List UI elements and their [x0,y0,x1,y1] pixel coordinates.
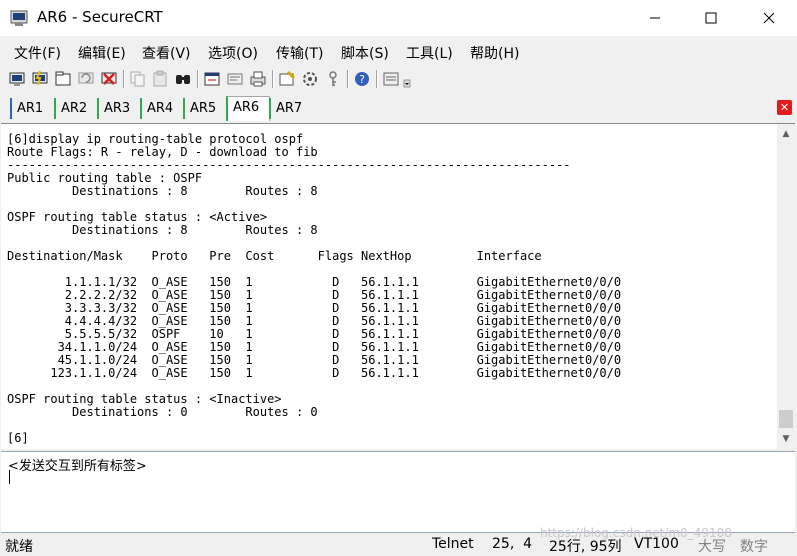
tab-ar7[interactable]: AR7 [269,98,302,119]
chat-window[interactable]: <发送交互到所有标签> [1,451,795,533]
tab-label: AR6 [233,100,260,115]
toolbar-separator [347,70,349,88]
maximize-button[interactable] [688,0,734,36]
scroll-up-icon[interactable]: ▲ [777,125,795,143]
find-icon[interactable] [174,70,192,88]
menu-transfer[interactable]: 传输(T) [276,43,323,63]
window-title: AR6 - SecureCRT [37,8,163,26]
tab-ar3[interactable]: AR3 [97,98,130,119]
terminal-output[interactable]: [6]display ip routing-table protocol osp… [1,123,777,449]
menu-file[interactable]: 文件(F) [14,43,61,63]
tab-label: AR5 [190,101,217,116]
text-caret [9,470,10,484]
status-num-lock: 数字 [740,539,768,555]
tab-label: AR3 [104,101,131,116]
close-icon [763,12,775,24]
securecrt-app-icon[interactable] [10,9,28,27]
tab-label: AR4 [147,101,174,116]
tab-label: AR2 [61,101,88,116]
scroll-thumb[interactable] [779,410,793,428]
maximize-icon [705,12,717,24]
copy-icon[interactable] [128,70,146,88]
chat-placeholder: <发送交互到所有标签> [8,459,147,474]
toolbar: ? [0,66,797,94]
close-tab-icon[interactable]: ✕ [777,100,792,115]
tab-label: AR1 [17,101,44,116]
menu-help[interactable]: 帮助(H) [470,43,519,63]
keymap-icon[interactable] [324,70,342,88]
title-bar: AR6 - SecureCRT [0,0,797,36]
toolbar-separator [376,70,378,88]
toolbar-separator [272,70,274,88]
minimize-button[interactable] [632,0,678,36]
print-icon[interactable] [249,70,267,88]
close-button[interactable] [746,0,792,36]
tab-ar5[interactable]: AR5 [183,98,216,119]
toolbar-dropdown-icon[interactable] [402,70,414,88]
scroll-down-icon[interactable]: ▼ [777,430,795,448]
svg-text:?: ? [359,73,365,86]
menu-view[interactable]: 查看(V) [142,43,191,63]
terminal-text: [6]display ip routing-table protocol osp… [7,132,622,445]
tab-ar4[interactable]: AR4 [140,98,173,119]
connect-tab-icon[interactable] [54,70,72,88]
menu-edit[interactable]: 编辑(E) [78,43,126,63]
help-icon[interactable]: ? [353,70,371,88]
menu-options[interactable]: 选项(O) [208,43,258,63]
watermark-text: https://blog.csdn.net/m0_49108 [540,526,732,540]
session-tab-bar: AR1 AR2 AR3 AR4 AR5 AR6 AR7 [0,96,797,121]
tab-ar6[interactable]: AR6 [226,96,270,121]
paste-icon[interactable] [151,70,169,88]
status-ready: 就绪 [5,539,33,555]
toolbar-separator [197,70,199,88]
new-window-icon[interactable] [203,70,221,88]
properties-icon[interactable] [278,70,296,88]
disconnect-icon[interactable] [100,70,118,88]
quick-connect-icon[interactable] [31,70,49,88]
tab-ar2[interactable]: AR2 [54,98,87,119]
terminal-scrollbar[interactable]: ▲ ▼ [777,123,795,449]
session-options-icon[interactable] [226,70,244,88]
status-protocol: Telnet [432,536,474,552]
toolbar-separator [123,70,125,88]
toolbar-options-icon[interactable] [382,70,400,88]
status-cursor-position: 25, 4 [492,536,533,552]
minimize-icon [650,17,660,19]
menu-script[interactable]: 脚本(S) [341,43,389,63]
tab-label: AR7 [276,101,303,116]
tab-ar1[interactable]: AR1 [10,98,43,119]
reconnect-icon[interactable] [77,70,95,88]
menu-tools[interactable]: 工具(L) [406,43,453,63]
connect-icon[interactable] [8,70,26,88]
sftp-icon[interactable] [301,70,319,88]
menu-bar: 文件(F) 编辑(E) 查看(V) 选项(O) 传输(T) 脚本(S) 工具(L… [0,40,797,64]
